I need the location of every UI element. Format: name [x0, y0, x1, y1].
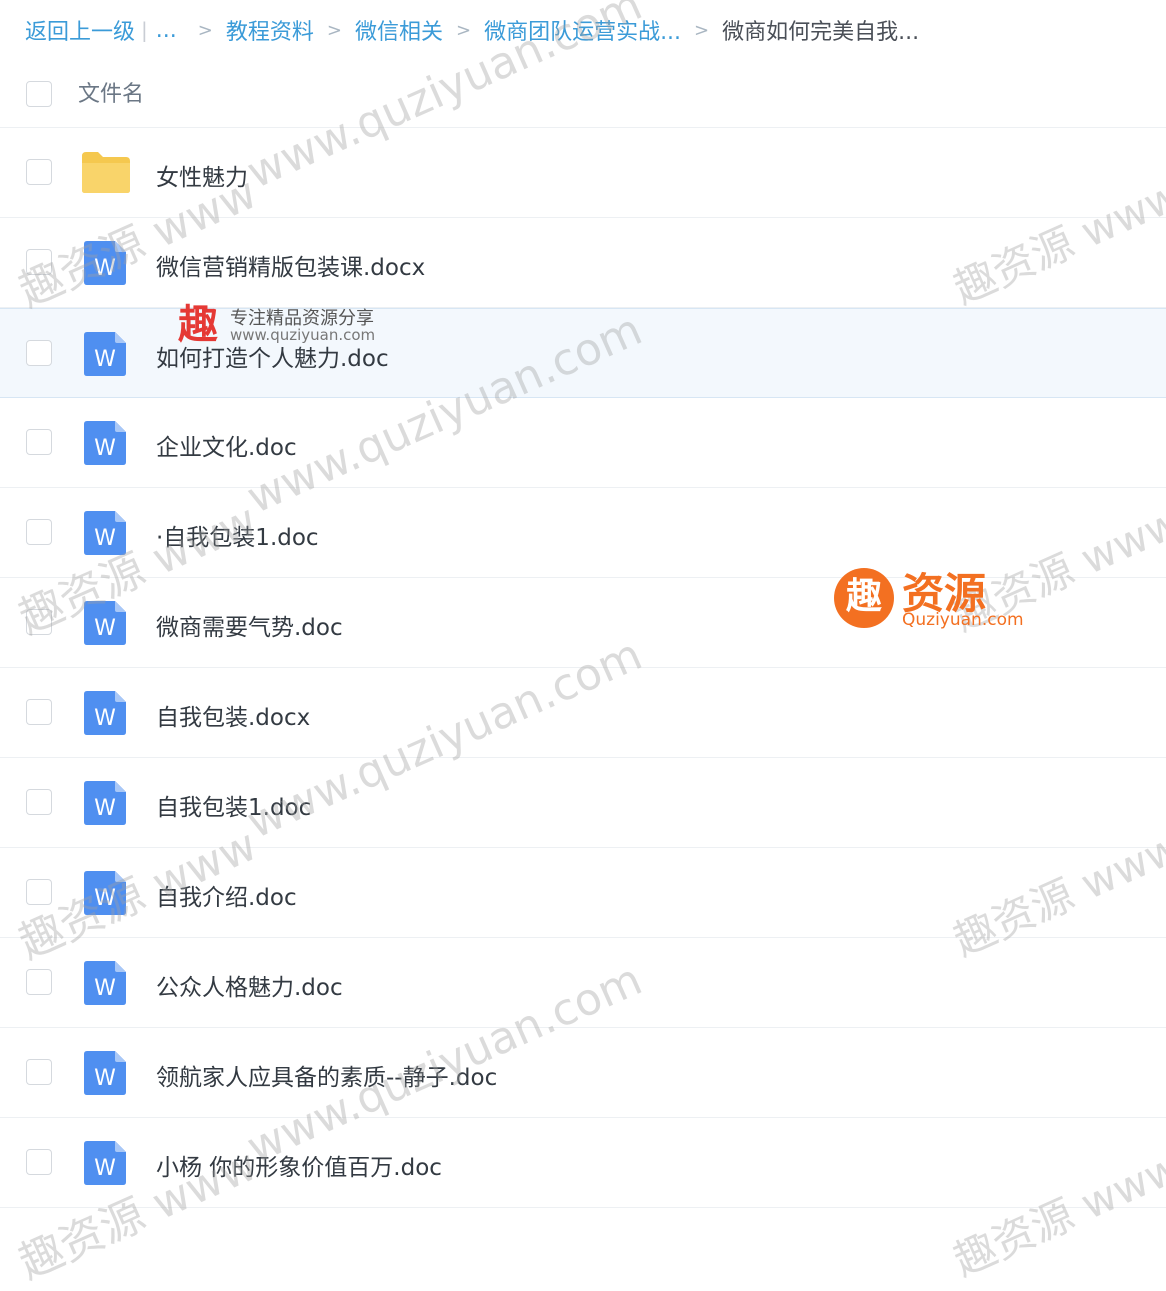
word-doc-icon: W — [84, 241, 126, 285]
row-checkbox[interactable] — [26, 159, 52, 185]
word-doc-icon: W — [84, 781, 126, 825]
word-doc-icon: W — [84, 1051, 126, 1095]
file-row[interactable]: W 微信营销精版包装课.docx — [0, 218, 1166, 308]
svg-text:W: W — [94, 526, 116, 551]
word-doc-icon: W — [84, 871, 126, 915]
word-doc-icon: W — [84, 421, 126, 465]
svg-text:W: W — [94, 436, 116, 461]
row-checkbox[interactable] — [26, 879, 52, 905]
file-list-header: 文件名 — [0, 60, 1166, 128]
row-checkbox[interactable] — [26, 699, 52, 725]
row-checkbox[interactable] — [26, 1059, 52, 1085]
row-checkbox[interactable] — [26, 1149, 52, 1175]
file-name[interactable]: 自我介绍.doc — [156, 878, 297, 912]
file-name[interactable]: 企业文化.doc — [156, 428, 297, 462]
breadcrumb-ellipsis[interactable]: ... — [156, 18, 177, 43]
row-checkbox[interactable] — [26, 969, 52, 995]
breadcrumb-item[interactable]: 教程资料 — [226, 14, 314, 46]
word-doc-icon: W — [84, 1141, 126, 1185]
file-name[interactable]: 如何打造个人魅力.doc — [156, 339, 389, 373]
file-name[interactable]: 微信营销精版包装课.docx — [156, 248, 425, 282]
word-doc-icon: W — [84, 332, 126, 376]
file-row[interactable]: W ·自我包装1.doc — [0, 488, 1166, 578]
file-row[interactable]: W 公众人格魅力.doc — [0, 938, 1166, 1028]
svg-text:W: W — [94, 347, 116, 372]
file-row[interactable]: 女性魅力 — [0, 128, 1166, 218]
column-header-filename[interactable]: 文件名 — [78, 76, 144, 108]
breadcrumb-separator: > — [326, 19, 342, 41]
file-row[interactable]: W 自我包装.docx — [0, 668, 1166, 758]
file-row[interactable]: W 自我介绍.doc — [0, 848, 1166, 938]
svg-text:W: W — [94, 616, 116, 641]
file-row[interactable]: W 小杨 你的形象价值百万.doc — [0, 1118, 1166, 1208]
row-checkbox[interactable] — [26, 249, 52, 275]
svg-text:W: W — [94, 796, 116, 821]
folder-icon — [82, 152, 130, 193]
svg-text:W: W — [94, 976, 116, 1001]
file-name[interactable]: 领航家人应具备的素质--静子.doc — [156, 1058, 497, 1092]
file-name[interactable]: ·自我包装1.doc — [156, 518, 319, 552]
row-checkbox[interactable] — [26, 429, 52, 455]
breadcrumb-separator: > — [694, 19, 710, 41]
breadcrumb-item[interactable]: 微信相关 — [355, 14, 443, 46]
word-doc-icon: W — [84, 691, 126, 735]
svg-text:W: W — [94, 256, 116, 281]
svg-text:W: W — [94, 886, 116, 911]
file-name[interactable]: 微商需要气势.doc — [156, 608, 343, 642]
file-row[interactable]: W 如何打造个人魅力.doc — [0, 308, 1166, 398]
svg-text:W: W — [94, 706, 116, 731]
file-name[interactable]: 小杨 你的形象价值百万.doc — [156, 1148, 442, 1182]
breadcrumb-item[interactable]: 微商团队运营实战... — [484, 14, 681, 46]
svg-text:W: W — [94, 1156, 116, 1181]
file-row[interactable]: W 企业文化.doc — [0, 398, 1166, 488]
svg-text:W: W — [94, 1066, 116, 1091]
row-checkbox[interactable] — [26, 789, 52, 815]
back-link[interactable]: 返回上一级 — [25, 14, 135, 46]
file-name[interactable]: 自我包装1.doc — [156, 788, 311, 822]
breadcrumb-separator: > — [197, 19, 213, 41]
file-name[interactable]: 女性魅力 — [156, 158, 248, 192]
file-list: 女性魅力 W 微信营销精版包装课.docx W 如何打造个人魅力.doc W 企业文化.do… — [0, 128, 1166, 1208]
select-all-checkbox[interactable] — [26, 81, 52, 107]
word-doc-icon: W — [84, 601, 126, 645]
breadcrumb: 返回上一级 | ... > 教程资料 > 微信相关 > 微商团队运营实战... … — [25, 0, 919, 60]
word-doc-icon: W — [84, 511, 126, 555]
file-row[interactable]: W 自我包装1.doc — [0, 758, 1166, 848]
file-row[interactable]: W 微商需要气势.doc — [0, 578, 1166, 668]
row-checkbox[interactable] — [26, 340, 52, 366]
breadcrumb-current: 微商如何完美自我... — [722, 20, 920, 45]
file-row[interactable]: W 领航家人应具备的素质--静子.doc — [0, 1028, 1166, 1118]
row-checkbox[interactable] — [26, 609, 52, 635]
breadcrumb-separator: > — [455, 19, 472, 41]
row-checkbox[interactable] — [26, 519, 52, 545]
word-doc-icon: W — [84, 961, 126, 1005]
file-name[interactable]: 自我包装.docx — [156, 698, 310, 732]
breadcrumb-divider: | — [141, 18, 148, 42]
file-name[interactable]: 公众人格魅力.doc — [156, 968, 343, 1002]
